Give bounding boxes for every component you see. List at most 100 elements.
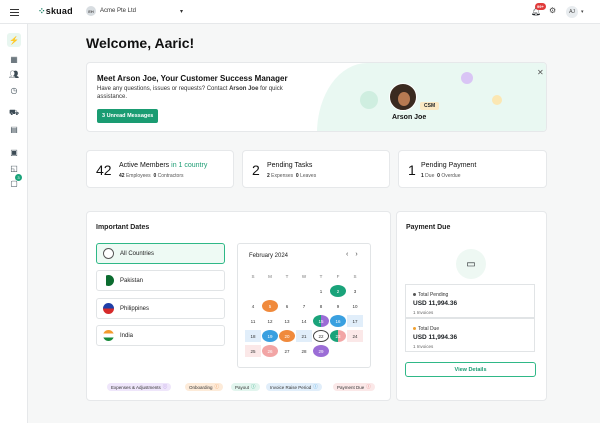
calendar-day[interactable]: 26 — [262, 345, 278, 357]
total-due-card: Total Due USD 11,994.36 1 Invoices — [405, 318, 535, 352]
company-avatar: EH — [86, 6, 96, 16]
calendar-day[interactable]: 1 — [313, 285, 329, 297]
calendar-day[interactable]: 15 — [313, 315, 329, 327]
stat-number: 2 — [252, 162, 260, 178]
calendar-day[interactable]: 4 — [245, 300, 261, 312]
stat-sub: 42 Employees 0 Contractors — [119, 173, 184, 179]
clock-icon[interactable]: ◷ — [7, 83, 21, 97]
total-due-sub: 1 Invoices — [413, 344, 434, 349]
calendar-day[interactable]: 25 — [245, 345, 261, 357]
calendar-day[interactable]: 17 — [347, 315, 363, 327]
calendar-day[interactable]: 6 — [279, 300, 295, 312]
users-icon[interactable]: 👥︎ — [7, 67, 21, 81]
total-pending-amount: USD 11,994.36 — [413, 300, 458, 307]
calendar-day[interactable]: 24 — [347, 330, 363, 342]
calendar-empty — [279, 285, 295, 297]
calendar-month: February 2024 — [249, 253, 289, 259]
calendar-day[interactable]: 9 — [330, 300, 346, 312]
lightbulb-icon — [492, 95, 502, 105]
total-pending-sub: 1 Invoices — [413, 310, 434, 315]
calendar-day[interactable]: 3 — [347, 285, 363, 297]
calendar-day[interactable]: 12 — [262, 315, 278, 327]
chart-icon[interactable]: ◱ — [7, 161, 21, 175]
calendar-empty — [245, 285, 261, 297]
globe-icon — [103, 248, 114, 259]
calendar-day[interactable]: 19 — [262, 330, 278, 342]
pending-tasks-card[interactable]: 2 Pending Tasks 2 Expenses 0 Leaves — [242, 150, 390, 188]
country-philippines[interactable]: Philippines — [96, 298, 225, 319]
calendar-day[interactable]: 29 — [313, 345, 329, 357]
close-icon[interactable]: ✕ — [537, 68, 544, 77]
weekday-label: T — [285, 273, 289, 279]
calendar-day[interactable]: 18 — [245, 330, 261, 342]
calendar: February 2024 ‹› S M T W T F S 1 2 3 4 5 6 7 8 9 10 11 12 1… — [237, 243, 371, 368]
pakistan-flag-icon — [103, 275, 114, 286]
calendar-day[interactable]: 23 — [330, 330, 346, 342]
calendar-day[interactable]: 22 — [313, 330, 329, 342]
calendar-day[interactable]: 27 — [279, 345, 295, 357]
panel-title: Important Dates — [96, 224, 150, 231]
chevron-down-icon: ▾ — [180, 8, 184, 15]
calendar-day[interactable]: 2 — [330, 285, 346, 297]
country-all[interactable]: All Countries — [96, 243, 225, 264]
calendar-day[interactable]: 14 — [296, 315, 312, 327]
view-details-button[interactable]: View Details — [405, 362, 536, 377]
truck-icon[interactable]: ⛟ — [7, 106, 21, 120]
calendar-day[interactable]: 20 — [279, 330, 295, 342]
csm-tag: CSM — [420, 102, 440, 110]
calendar-day[interactable]: 10 — [347, 300, 363, 312]
weekday-label: T — [319, 273, 323, 279]
chat-bubble-icon — [461, 72, 473, 84]
calendar-day[interactable]: 8 — [313, 300, 329, 312]
country-india[interactable]: India — [96, 325, 225, 346]
philippines-flag-icon — [103, 303, 114, 314]
weekday-label: M — [268, 273, 272, 279]
csm-title: Meet Arson Joe, Your Customer Success Ma… — [97, 74, 288, 83]
stat-number: 1 — [408, 162, 416, 178]
chevron-down-icon: ▾ — [581, 9, 584, 15]
avatar: AJ — [566, 6, 578, 18]
csm-avatar — [389, 83, 417, 111]
calendar-day[interactable]: 16 — [330, 315, 346, 327]
country-label: India — [120, 332, 134, 339]
invoice-icon[interactable]: ▣ — [7, 145, 21, 159]
csm-name: Arson Joe — [392, 114, 427, 121]
unread-messages-button[interactable]: 3 Unread Messages — [97, 109, 159, 123]
panel-title: Payment Due — [406, 224, 451, 231]
stat-title: Active Members in 1 country — [119, 162, 208, 169]
country-pakistan[interactable]: Pakistan — [96, 270, 225, 291]
legend-payout: Payout ⓘ — [231, 383, 260, 391]
grid-icon[interactable]: ▦ — [7, 52, 21, 66]
pending-payment-card[interactable]: 1 Pending Payment 1 Due 0 Overdue — [398, 150, 547, 188]
weekday-label: S — [251, 273, 255, 279]
active-members-card[interactable]: 42 Active Members in 1 country 42 Employ… — [86, 150, 234, 188]
important-dates-panel: Important Dates All Countries Pakistan P… — [86, 211, 391, 401]
calendar-day[interactable]: 21 — [296, 330, 312, 342]
lightning-icon[interactable]: ⚡ — [7, 33, 21, 47]
calendar-day[interactable]: 5 — [262, 300, 278, 312]
stat-sub: 1 Due 0 Overdue — [421, 173, 461, 179]
menu-icon[interactable] — [10, 9, 19, 16]
total-pending-card: Total Pending USD 11,994.36 1 Invoices — [405, 284, 535, 318]
legend-expenses: Expenses & Adjustments ⓘ — [107, 383, 172, 391]
chat-badge: 3 — [15, 174, 22, 181]
calendar-day[interactable]: 7 — [296, 300, 312, 312]
top-bar: ⁘skuad EH Acme Pte Ltd ▾ 🔔︎ 99+ ⚙ AJ ▾ — [0, 0, 600, 24]
company-selector[interactable]: EH Acme Pte Ltd ▾ — [86, 6, 183, 16]
legend-payment-due: Payment Due ⓘ — [333, 383, 375, 391]
calendar-day[interactable]: 13 — [279, 315, 295, 327]
calendar-day[interactable]: 28 — [296, 345, 312, 357]
brand-logo[interactable]: ⁘skuad — [38, 6, 73, 17]
csm-card: Meet Arson Joe, Your Customer Success Ma… — [86, 62, 547, 132]
total-due-label: Total Due — [418, 326, 440, 332]
stat-title: Pending Payment — [421, 162, 477, 169]
gear-icon[interactable]: ⚙ — [549, 6, 556, 15]
weekday-label: F — [336, 273, 340, 279]
calendar-day[interactable]: 11 — [245, 315, 261, 327]
legend-invoice-raise: Invoice Raise Period ⓘ — [266, 383, 322, 391]
page-title: Welcome, Aaric! — [86, 35, 195, 51]
document-icon[interactable]: ▤ — [7, 122, 21, 136]
calendar-nav[interactable]: ‹› — [346, 251, 365, 258]
user-menu[interactable]: AJ ▾ — [566, 6, 584, 18]
calendar-empty — [296, 285, 312, 297]
